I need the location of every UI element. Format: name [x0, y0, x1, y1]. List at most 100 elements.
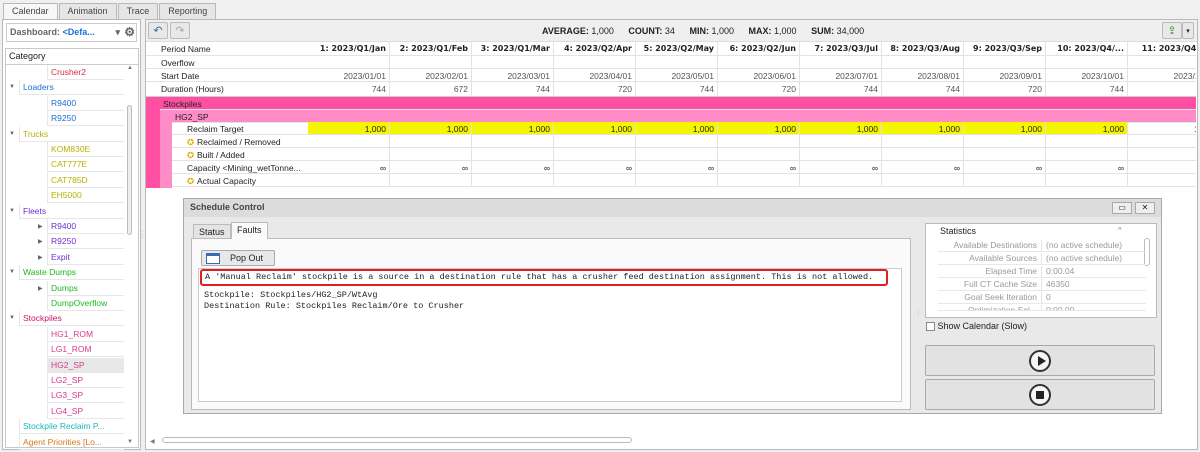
- actual-cell[interactable]: [308, 174, 390, 186]
- duration-cell[interactable]: 7: [1128, 82, 1196, 96]
- built-cell[interactable]: [718, 148, 800, 160]
- expander-icon[interactable]: ▼: [9, 315, 15, 321]
- duration-cell[interactable]: 744: [882, 82, 964, 96]
- tree-item[interactable]: LG2_SP: [47, 373, 124, 388]
- built-cell[interactable]: [308, 148, 390, 160]
- tab-trace[interactable]: Trace: [117, 3, 159, 19]
- tree-item[interactable]: LG4_SP: [47, 403, 124, 419]
- built-cell[interactable]: [800, 148, 882, 160]
- capacity-cell[interactable]: ∞: [636, 161, 718, 173]
- period-header[interactable]: 3: 2023/Q1/Mar: [472, 42, 554, 55]
- overflow-cell[interactable]: [1046, 56, 1128, 68]
- capacity-cell[interactable]: ∞: [964, 161, 1046, 173]
- period-header[interactable]: 8: 2023/Q3/Aug: [882, 42, 964, 55]
- capacity-cell[interactable]: ∞: [554, 161, 636, 173]
- play-button[interactable]: [925, 345, 1155, 376]
- actual-cell[interactable]: [636, 174, 718, 186]
- capacity-cell[interactable]: ∞: [718, 161, 800, 173]
- period-header[interactable]: 6: 2023/Q2/Jun: [718, 42, 800, 55]
- dropdown-arrow-icon[interactable]: ▾: [115, 27, 120, 38]
- tree-item[interactable]: Agent Priorities [Lo...: [19, 434, 124, 450]
- period-header[interactable]: 4: 2023/Q2/Apr: [554, 42, 636, 55]
- pop-out-button[interactable]: Pop Out: [201, 250, 275, 266]
- built-cell[interactable]: [882, 148, 964, 160]
- start-date-cell[interactable]: 2023/07/01: [800, 69, 882, 81]
- overflow-cell[interactable]: [718, 56, 800, 68]
- dialog-splitter[interactable]: · · ·: [917, 307, 919, 320]
- reclaim-target-cell[interactable]: 1,000: [964, 122, 1046, 134]
- tree-item[interactable]: R9250: [47, 234, 124, 250]
- reclaimed-cell[interactable]: [636, 135, 718, 147]
- gear-icon[interactable]: ⚙: [124, 25, 135, 39]
- actual-cell[interactable]: [964, 174, 1046, 186]
- start-date-cell[interactable]: 2023/08/01: [882, 69, 964, 81]
- actual-cell[interactable]: [554, 174, 636, 186]
- duration-cell[interactable]: 720: [964, 82, 1046, 96]
- expander-icon[interactable]: ▼: [9, 84, 15, 90]
- tree-item[interactable]: R9400: [47, 95, 124, 111]
- duration-cell[interactable]: 744: [472, 82, 554, 96]
- tab-status[interactable]: Status: [193, 224, 231, 239]
- reclaimed-cell[interactable]: [308, 135, 390, 147]
- tree-item[interactable]: Stockpiles: [19, 311, 124, 327]
- tree-item[interactable]: Stockpile Reclaim P...: [19, 419, 124, 435]
- duration-cell[interactable]: 744: [1046, 82, 1128, 96]
- overflow-cell[interactable]: [1128, 56, 1196, 68]
- stop-button[interactable]: [925, 379, 1155, 410]
- built-cell[interactable]: [390, 148, 472, 160]
- period-header[interactable]: 1: 2023/Q1/Jan: [308, 42, 390, 55]
- duration-cell[interactable]: 744: [308, 82, 390, 96]
- built-cell[interactable]: [1128, 148, 1196, 160]
- duration-cell[interactable]: 720: [554, 82, 636, 96]
- capacity-cell[interactable]: ∞: [1046, 161, 1128, 173]
- reclaimed-cell[interactable]: [882, 135, 964, 147]
- expander-icon[interactable]: ▶: [38, 223, 43, 230]
- reclaimed-cell[interactable]: [800, 135, 882, 147]
- built-cell[interactable]: [1046, 148, 1128, 160]
- reclaimed-cell[interactable]: [1128, 135, 1196, 147]
- reclaimed-cell[interactable]: [390, 135, 472, 147]
- export-dropdown-icon[interactable]: ▾: [1182, 22, 1194, 39]
- capacity-cell[interactable]: ∞: [390, 161, 472, 173]
- built-cell[interactable]: [636, 148, 718, 160]
- tree-item[interactable]: Expit: [47, 249, 124, 265]
- expander-icon[interactable]: ▶: [38, 285, 43, 292]
- period-header[interactable]: 7: 2023/Q3/Jul: [800, 42, 882, 55]
- tree-item[interactable]: HG1_ROM: [47, 326, 124, 342]
- capacity-cell[interactable]: ∞: [1128, 161, 1196, 173]
- overflow-cell[interactable]: [882, 56, 964, 68]
- reclaim-target-cell[interactable]: 1,000: [882, 122, 964, 134]
- capacity-cell[interactable]: ∞: [472, 161, 554, 173]
- tree-item[interactable]: DumpOverflow: [47, 296, 124, 311]
- start-date-cell[interactable]: 2023/09/01: [964, 69, 1046, 81]
- reclaimed-cell[interactable]: [718, 135, 800, 147]
- reclaim-target-cell[interactable]: 1,000: [718, 122, 800, 134]
- overflow-cell[interactable]: [308, 56, 390, 68]
- start-date-cell[interactable]: 2023/01/01: [308, 69, 390, 81]
- tree-item[interactable]: Dumps: [47, 280, 124, 296]
- redo-button[interactable]: ↷: [170, 22, 190, 39]
- actual-cell[interactable]: [800, 174, 882, 186]
- period-header[interactable]: 10: 2023/Q4/...: [1046, 42, 1128, 55]
- show-calendar-checkbox[interactable]: Show Calendar (Slow): [926, 321, 1027, 332]
- tree-item[interactable]: Waste Dumps: [19, 265, 124, 281]
- duration-cell[interactable]: 672: [390, 82, 472, 96]
- tab-calendar[interactable]: Calendar: [3, 3, 58, 20]
- built-cell[interactable]: [472, 148, 554, 160]
- dashboard-selector[interactable]: Dashboard: <Defa... ▾ ⚙: [6, 23, 137, 42]
- start-date-cell[interactable]: 2023/06/01: [718, 69, 800, 81]
- expander-icon[interactable]: ▶: [38, 238, 43, 245]
- reclaimed-cell[interactable]: [1046, 135, 1128, 147]
- period-header[interactable]: 5: 2023/Q2/May: [636, 42, 718, 55]
- period-header[interactable]: 11: 2023/Q4/N: [1128, 42, 1196, 55]
- actual-cell[interactable]: [472, 174, 554, 186]
- reclaim-target-cell[interactable]: 1,000: [472, 122, 554, 134]
- reclaimed-cell[interactable]: [554, 135, 636, 147]
- reclaim-target-cell[interactable]: 1,000: [1046, 122, 1128, 134]
- period-header[interactable]: 9: 2023/Q3/Sep: [964, 42, 1046, 55]
- actual-cell[interactable]: [1128, 174, 1196, 186]
- tree-item[interactable]: Loaders: [19, 80, 124, 96]
- expander-icon[interactable]: ▼: [9, 208, 15, 214]
- overflow-cell[interactable]: [472, 56, 554, 68]
- capacity-cell[interactable]: ∞: [800, 161, 882, 173]
